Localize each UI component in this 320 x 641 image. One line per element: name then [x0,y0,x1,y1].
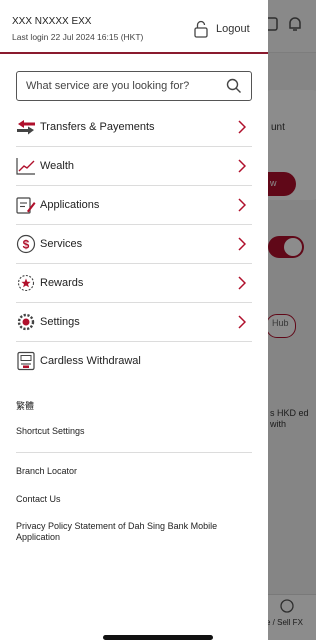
main-menu: Transfers & Payements Wealth Application… [16,108,252,380]
menu-item-label: Wealth [40,160,75,172]
contact-us-link[interactable]: Contact Us [16,494,61,504]
search-icon[interactable] [226,78,242,94]
transfer-icon [16,117,36,137]
search-box [16,71,252,101]
menu-item-label: Rewards [40,277,84,289]
last-login: Last login 22 Jul 2024 16:15 (HKT) [12,32,144,42]
svg-text:$: $ [23,238,30,252]
chart-line-icon [16,156,36,176]
menu-item-label: Settings [40,316,80,328]
privacy-policy-link[interactable]: Privacy Policy Statement of Dah Sing Ban… [16,521,244,543]
divider [16,452,252,453]
logout-button[interactable]: Logout [194,18,250,40]
gear-icon [16,312,36,332]
drawer-header: XXX NXXXX EXX Last login 22 Jul 2024 16:… [0,0,268,54]
language-toggle[interactable]: 繁體 [16,399,34,412]
menu-item-rewards[interactable]: Rewards [16,264,252,303]
menu-item-label: Transfers & Payements [40,121,155,133]
chevron-right-icon [238,237,246,251]
chevron-right-icon [238,120,246,134]
atm-icon [16,351,36,371]
branch-locator-link[interactable]: Branch Locator [16,466,77,476]
menu-item-settings[interactable]: Settings [16,303,252,342]
home-indicator [103,635,213,640]
menu-item-label: Applications [40,199,100,211]
menu-item-applications[interactable]: Applications [16,186,252,225]
chevron-right-icon [238,159,246,173]
shortcut-settings-link[interactable]: Shortcut Settings [16,426,85,436]
menu-item-transfers[interactable]: Transfers & Payements [16,108,252,147]
menu-item-label: Cardless Withdrawal [40,355,141,367]
chevron-right-icon [238,315,246,329]
lock-icon [194,20,208,38]
search-input[interactable] [17,79,226,93]
chevron-right-icon [238,198,246,212]
chevron-right-icon [238,276,246,290]
menu-item-cardless-withdrawal[interactable]: Cardless Withdrawal [16,342,252,380]
menu-item-label: Services [40,238,83,250]
side-drawer: XXX NXXXX EXX Last login 22 Jul 2024 16:… [0,0,268,640]
form-pen-icon [16,195,36,215]
dollar-circle-icon: $ [16,234,36,254]
reward-star-icon [16,273,36,293]
logout-label: Logout [216,23,250,35]
menu-item-services[interactable]: $ Services [16,225,252,264]
menu-item-wealth[interactable]: Wealth [16,147,252,186]
user-name: XXX NXXXX EXX [12,16,92,27]
